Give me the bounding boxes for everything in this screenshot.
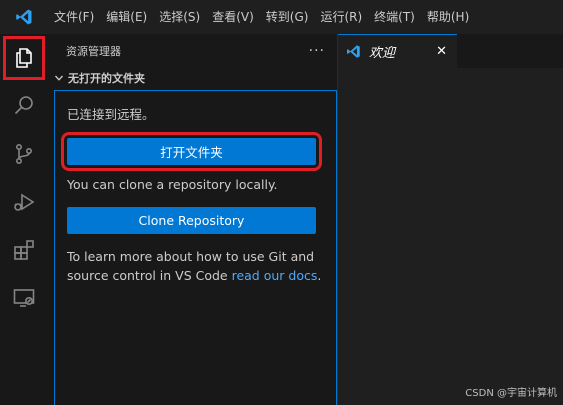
remote-explorer-icon xyxy=(13,289,35,307)
learn-more-line1: To learn more about how to use Git and xyxy=(67,249,315,264)
more-actions-icon[interactable]: ··· xyxy=(309,43,325,59)
sidebar-header: 资源管理器 ··· xyxy=(48,34,337,68)
activity-run-debug[interactable] xyxy=(0,178,48,226)
sidebar-title: 资源管理器 xyxy=(66,45,121,58)
activity-remote-explorer[interactable] xyxy=(0,274,48,322)
connected-remote-text: 已连接到远程。 xyxy=(67,107,155,122)
editor-tabs: 欢迎 ✕ xyxy=(338,34,563,68)
tab-welcome-label: 欢迎 xyxy=(369,46,396,61)
menu-edit[interactable]: 编辑(E) xyxy=(100,0,153,34)
clone-repository-button[interactable]: Clone Repository xyxy=(67,207,316,234)
vscode-logo-icon xyxy=(0,0,48,34)
activity-search[interactable] xyxy=(0,82,48,130)
watermark: CSDN @宇宙计算机 xyxy=(465,388,557,399)
menu-terminal[interactable]: 终端(T) xyxy=(368,0,421,34)
activity-explorer[interactable] xyxy=(0,34,48,82)
files-icon xyxy=(16,48,32,68)
tab-welcome[interactable]: 欢迎 ✕ xyxy=(338,34,457,68)
search-icon xyxy=(14,96,33,115)
activity-extensions[interactable] xyxy=(0,226,48,274)
chevron-down-icon xyxy=(52,73,66,83)
clone-info-text: You can clone a repository locally. xyxy=(67,177,278,192)
editor-area: 欢迎 ✕ xyxy=(338,34,563,405)
section-no-folder[interactable]: 无打开的文件夹 xyxy=(48,68,337,88)
run-debug-icon xyxy=(14,193,35,211)
learn-more-line2: source control in VS Code read our docs. xyxy=(67,266,321,286)
menu-selection[interactable]: 选择(S) xyxy=(153,0,206,34)
learn-more-suffix: . xyxy=(317,268,322,283)
vscode-tab-icon xyxy=(347,45,360,58)
extensions-icon xyxy=(14,240,34,260)
menu-file[interactable]: 文件(F) xyxy=(48,0,100,34)
menu-view[interactable]: 查看(V) xyxy=(206,0,260,34)
menu-go[interactable]: 转到(G) xyxy=(260,0,315,34)
section-title-label: 无打开的文件夹 xyxy=(68,72,145,85)
activity-bar xyxy=(0,34,48,405)
open-folder-button[interactable]: 打开文件夹 xyxy=(61,132,322,171)
menu-help[interactable]: 帮助(H) xyxy=(421,0,475,34)
menu-bar: 文件(F) 编辑(E) 选择(S) 查看(V) 转到(G) 运行(R) 终端(T… xyxy=(0,0,563,34)
read-docs-link[interactable]: read our docs xyxy=(232,268,318,283)
welcome-view: 已连接到远程。 打开文件夹 You can clone a repository… xyxy=(54,90,337,405)
learn-more-prefix: source control in VS Code xyxy=(67,268,232,283)
menu-run[interactable]: 运行(R) xyxy=(314,0,368,34)
explorer-sidebar: 资源管理器 ··· 无打开的文件夹 已连接到远程。 打开文件夹 You can … xyxy=(48,34,338,405)
close-icon[interactable]: ✕ xyxy=(436,44,447,59)
activity-source-control[interactable] xyxy=(0,130,48,178)
source-control-icon xyxy=(16,143,33,164)
